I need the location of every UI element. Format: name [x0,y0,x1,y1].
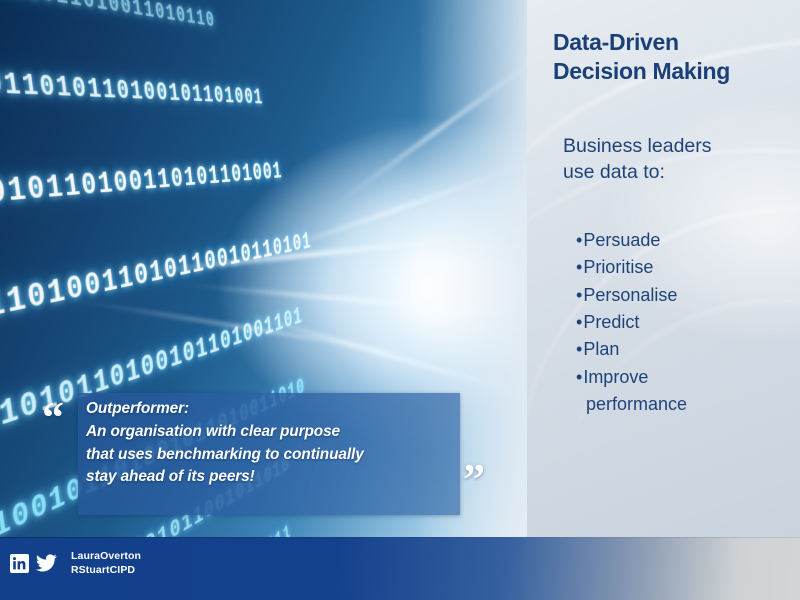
list-item: •Prioritise [576,254,800,281]
bullet-glyph: • [576,366,583,387]
footer-handles: LauraOverton RStuartCIPD [71,549,141,577]
list-item: •Personalise [576,282,800,309]
quote-open-mark: “ [42,393,64,442]
list-item: •Persuade [576,227,800,254]
title-line: Data-Driven [553,29,679,55]
footer-content: LauraOverton RStuartCIPD [10,549,141,577]
list-item-continuation: performance [586,394,688,415]
quote-line: that uses benchmarking to continually [86,445,364,463]
lead-paragraph: Business leaders use data to: [563,133,798,186]
list-item-label: Plan [583,339,620,360]
list-item: •Predict [576,309,800,336]
quote-close-mark: ” [463,455,485,504]
linkedin-icon[interactable] [10,553,29,573]
slide: 101101001011010011010110 100101101011010… [0,0,800,600]
title-line: Decision Making [553,58,730,85]
twitter-handle: RStuartCIPD [71,564,136,577]
twitter-icon[interactable] [36,554,58,573]
bullet-glyph: • [576,339,583,360]
quote-line: An organisation with clear purpose [86,422,341,440]
list-item: •Plan [576,336,800,363]
list-item-label: Prioritise [583,257,654,278]
bullet-glyph: • [576,312,583,333]
list-item-label: Improve [583,366,649,387]
quote-line: stay ahead of its peers! [86,468,255,486]
footer-divider [0,537,800,538]
list-item-label: Persuade [583,230,661,250]
page-title: Data-Driven Decision Making [553,28,798,87]
bullet-glyph: • [576,257,583,278]
lead-line: Business leaders [563,135,712,157]
list-item: •Improve [576,364,800,391]
quote-line: Outperformer: [86,400,190,417]
linkedin-handle: LauraOverton [71,550,142,562]
bullet-glyph: • [576,230,583,250]
bullet-glyph: • [576,284,583,305]
list-item-label: Personalise [583,284,678,305]
lead-line: use data to: [563,161,665,184]
bullet-list: •Persuade •Prioritise •Personalise •Pred… [576,227,800,419]
list-item-label: Predict [583,312,640,333]
quote-text: Outperformer: An organisation with clear… [86,398,466,489]
